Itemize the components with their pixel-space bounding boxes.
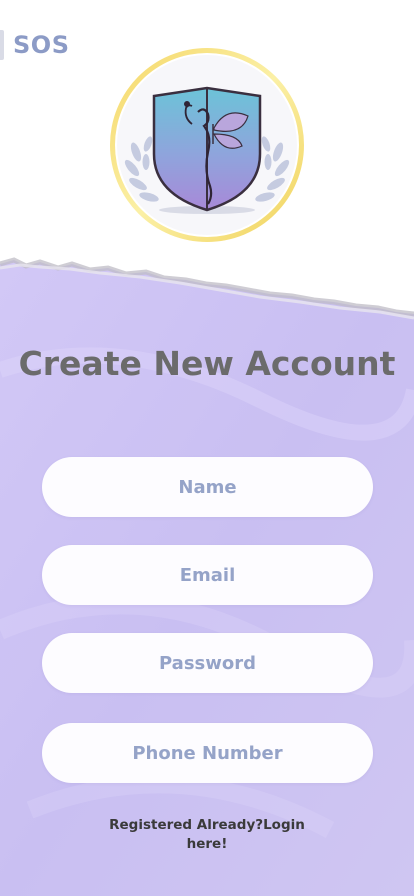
page-title: Create New Account bbox=[18, 344, 396, 383]
name-field[interactable] bbox=[42, 457, 373, 517]
shield-butterfly-logo-icon bbox=[106, 44, 308, 246]
brand: SOS bbox=[0, 28, 69, 62]
phone-number-field[interactable] bbox=[42, 723, 373, 783]
login-link[interactable]: Registered Already?Login here! bbox=[107, 816, 307, 854]
password-field[interactable] bbox=[42, 633, 373, 693]
brand-title: SOS bbox=[13, 31, 70, 59]
email-field[interactable] bbox=[42, 545, 373, 605]
brand-mark bbox=[0, 30, 4, 60]
